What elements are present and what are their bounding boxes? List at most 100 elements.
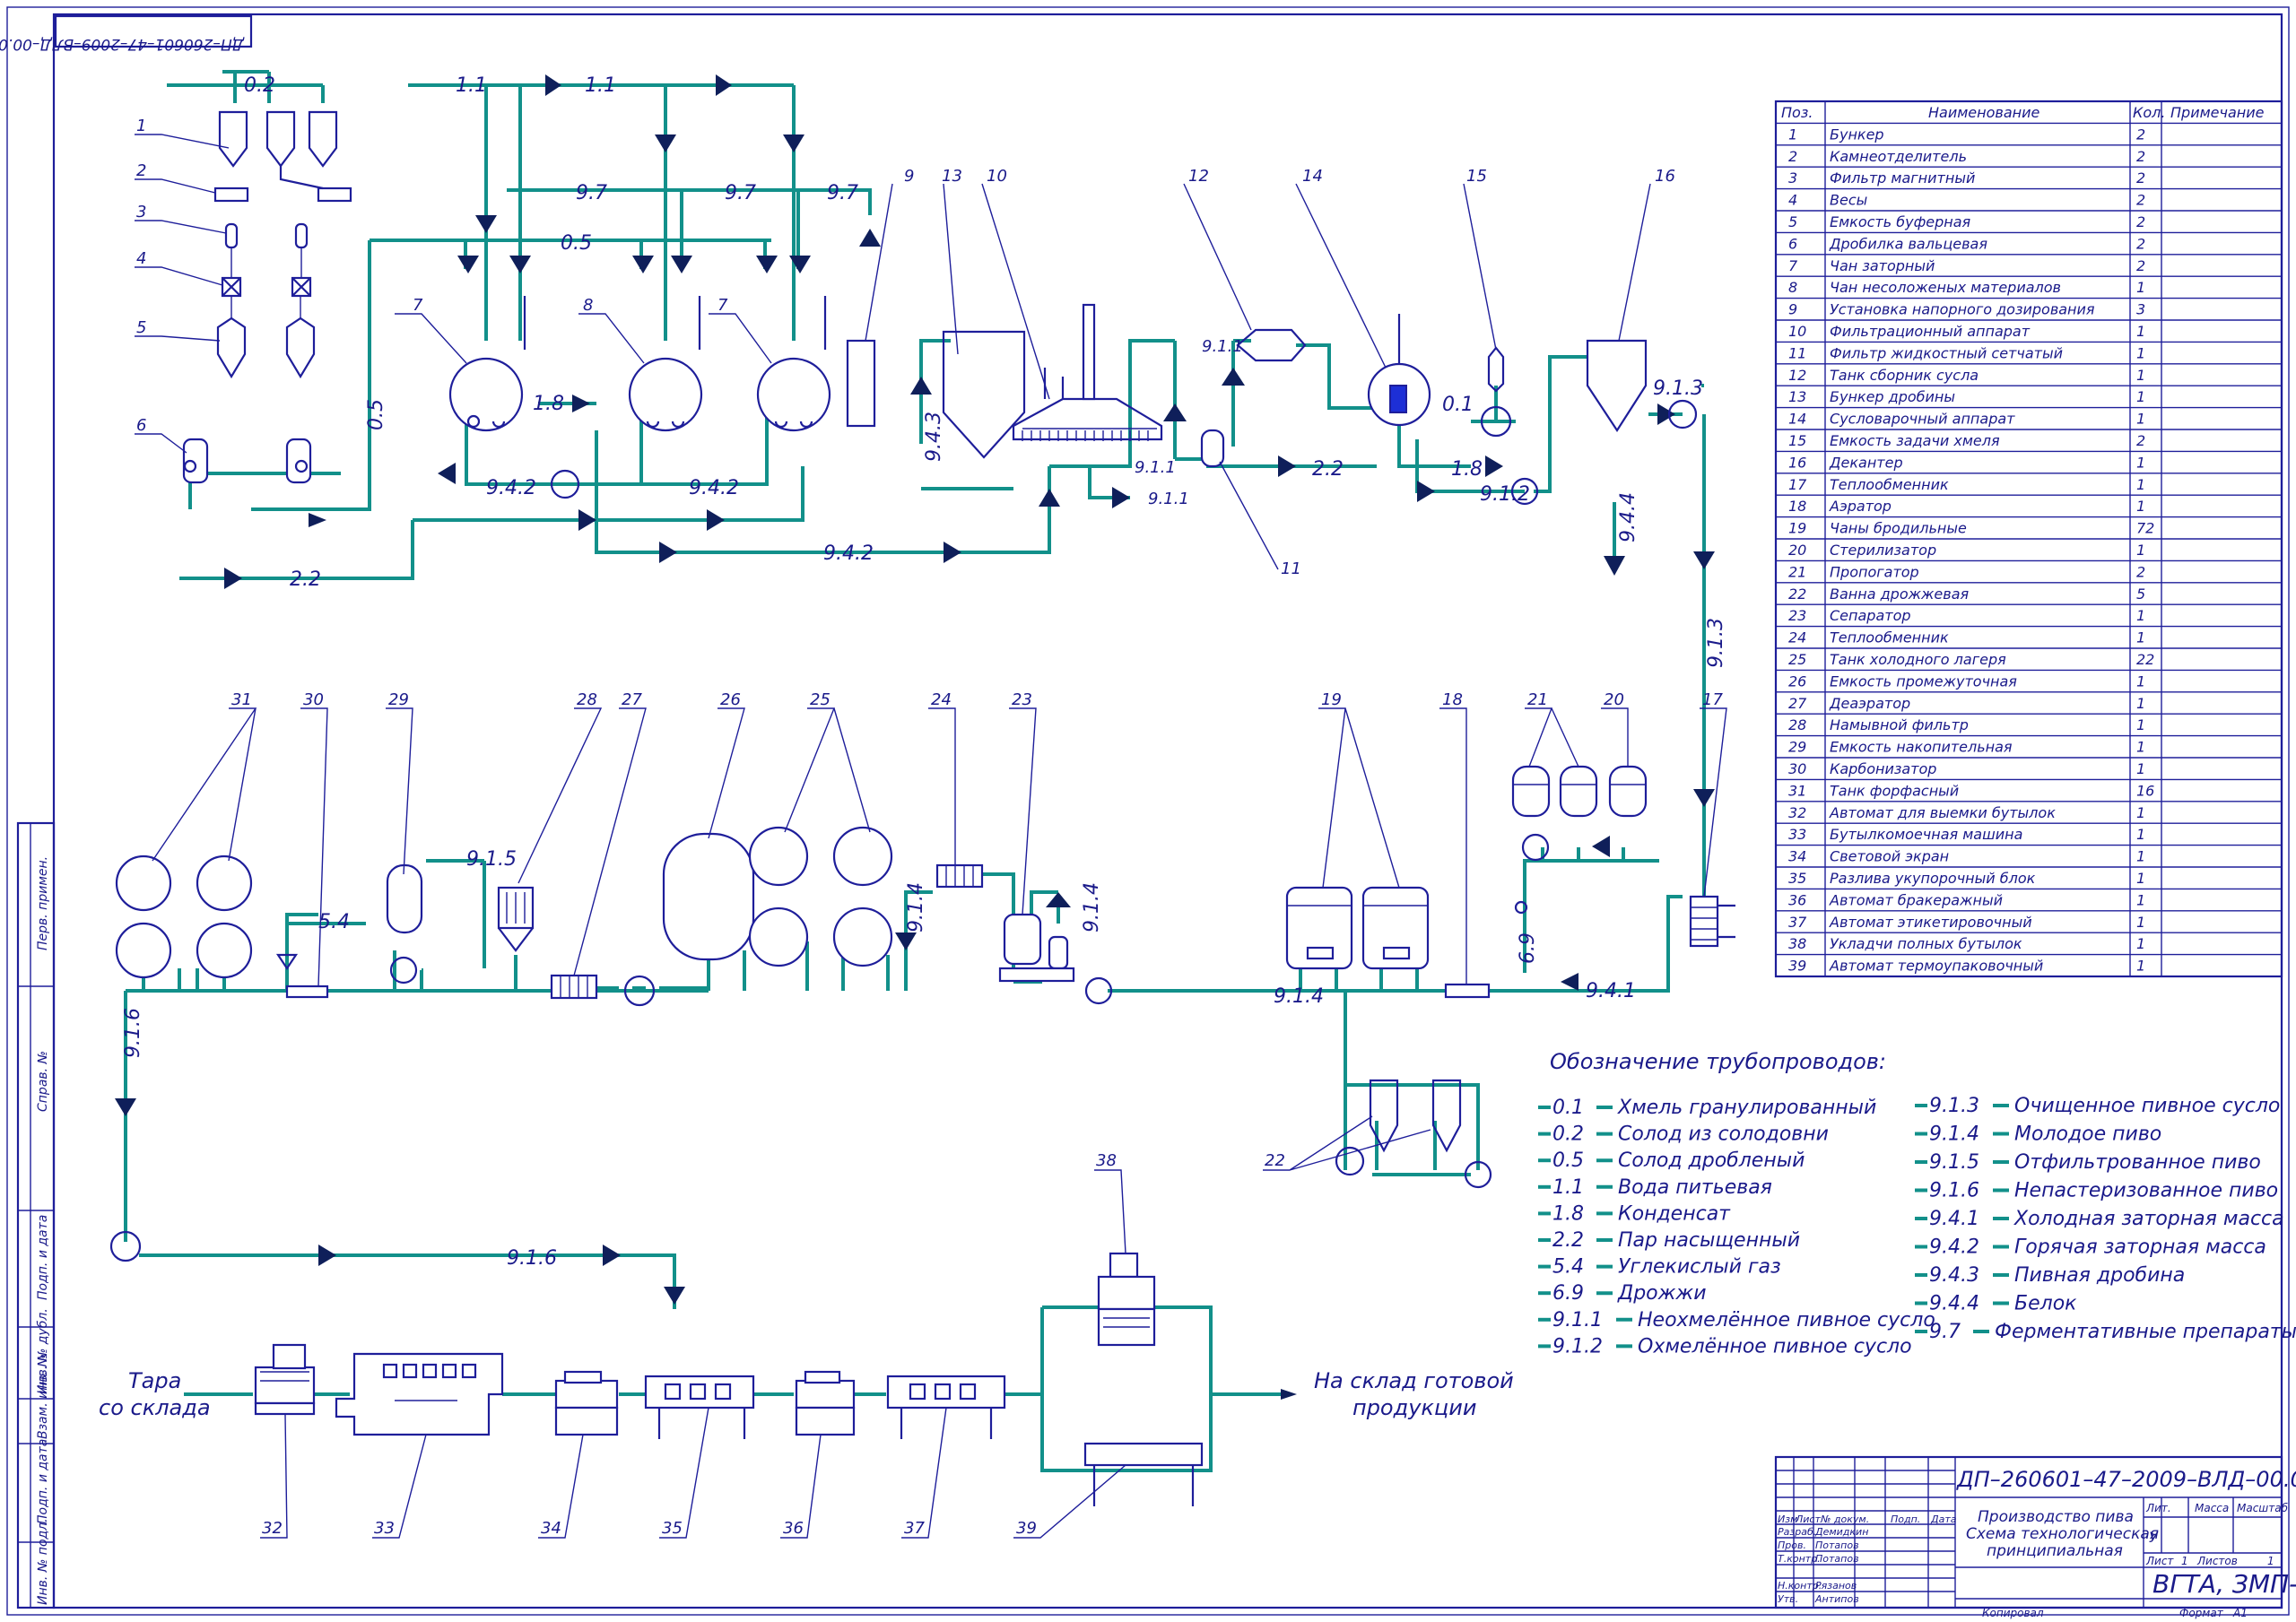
callout-26: 26 bbox=[720, 690, 741, 709]
callout-2: 2 bbox=[136, 161, 146, 180]
pipe-label: 1.8 bbox=[533, 393, 564, 415]
callout-3: 3 bbox=[136, 203, 146, 221]
spec-pos: 27 bbox=[1788, 695, 1807, 712]
callout-17: 17 bbox=[1702, 690, 1723, 709]
legend-name: Солод дробленый bbox=[1618, 1149, 1805, 1172]
callout-13: 13 bbox=[942, 167, 962, 186]
spec-pos: 31 bbox=[1788, 782, 1806, 799]
spec-pos: 17 bbox=[1788, 476, 1807, 493]
tb-scale-h: Масштаб bbox=[2237, 1502, 2289, 1514]
callout-7: 7 bbox=[718, 296, 728, 315]
legend-item: 9.1.1 Неохмелённое пивное сусло bbox=[1538, 1309, 1935, 1331]
legend-code: 9.4.4 bbox=[1929, 1293, 1979, 1315]
legend-code: 5.4 bbox=[1552, 1256, 1584, 1279]
tb-col: Подп. bbox=[1891, 1514, 1920, 1525]
spec-name: Сепаратор bbox=[1830, 607, 1911, 624]
spec-name: Автомат термоупаковочный bbox=[1829, 958, 2043, 975]
pipe-label: 1.8 bbox=[1451, 458, 1483, 481]
tb-format-h: Формат bbox=[2179, 1607, 2224, 1619]
spec-pos: 26 bbox=[1788, 672, 1806, 690]
tb-person: Антипов bbox=[1814, 1593, 1859, 1605]
legend-code: 2.2 bbox=[1552, 1229, 1584, 1252]
legend-code: 1.8 bbox=[1552, 1202, 1584, 1225]
spec-name: Емкость накопительная bbox=[1830, 739, 2013, 756]
legend-name: Молодое пиво bbox=[2014, 1123, 2161, 1146]
spec-qty: 1 bbox=[2136, 870, 2145, 887]
spec-pos: 22 bbox=[1788, 585, 1806, 603]
tb-sheets-val: 1 bbox=[2267, 1555, 2274, 1567]
pipe-label: 5.4 bbox=[318, 911, 350, 933]
spec-qty: 1 bbox=[2136, 498, 2145, 515]
spec-pos: 19 bbox=[1788, 520, 1806, 537]
legend-item: 5.4 Углекислый газ bbox=[1538, 1256, 1781, 1279]
spec-name: Фильтр магнитный bbox=[1830, 169, 1975, 186]
legend-name: Углекислый газ bbox=[1618, 1256, 1781, 1279]
spec-name: Стерилизатор bbox=[1830, 542, 1936, 559]
legend-name: Холодная заторная масса bbox=[2013, 1208, 2284, 1230]
tb-format-val: А1 bbox=[2232, 1607, 2248, 1619]
spec-pos: 20 bbox=[1788, 542, 1806, 559]
callouts: 1 2 3 4 5 6 7 8 7 9 13 10 12 14 15 16 11… bbox=[136, 117, 1723, 1538]
spec-qty: 1 bbox=[2136, 695, 2145, 712]
spec-name: Декантер bbox=[1829, 454, 1903, 471]
spec-header: Кол. bbox=[2133, 104, 2165, 121]
spec-pos: 12 bbox=[1788, 367, 1806, 384]
spec-pos: 39 bbox=[1788, 958, 1806, 975]
callout-39: 39 bbox=[1016, 1519, 1037, 1538]
spec-qty: 1 bbox=[2136, 454, 2145, 471]
pipe-label: 9.4.1 bbox=[1586, 980, 1636, 1002]
callout-29: 29 bbox=[388, 690, 409, 709]
callout-7: 7 bbox=[413, 296, 423, 315]
spec-qty: 1 bbox=[2136, 739, 2145, 756]
spec-qty: 5 bbox=[2136, 585, 2145, 603]
spec-pos: 21 bbox=[1788, 563, 1806, 580]
legend-item: 1.8 Конденсат bbox=[1538, 1202, 1731, 1225]
pipe-label: 9.4.2 bbox=[823, 542, 874, 565]
spec-pos: 4 bbox=[1788, 192, 1797, 209]
legend-item: 1.1 Вода питьевая bbox=[1538, 1176, 1772, 1199]
spec-qty: 2 bbox=[2136, 257, 2145, 274]
tara-note: Тара bbox=[128, 1368, 181, 1393]
legend-code: 9.4.3 bbox=[1929, 1264, 1979, 1287]
spec-name: Карбонизатор bbox=[1830, 760, 1936, 777]
spec-header: Наименование bbox=[1928, 104, 2039, 121]
tb-role: Т.контр. bbox=[1778, 1553, 1821, 1565]
legend-item: 2.2 Пар насыщенный bbox=[1538, 1229, 1800, 1252]
tb-col: № докум. bbox=[1820, 1514, 1869, 1525]
spec-name: Установка напорного дозирования bbox=[1830, 301, 2095, 318]
spec-qty: 1 bbox=[2136, 279, 2145, 296]
legend-code: 1.1 bbox=[1552, 1176, 1584, 1199]
spec-pos: 8 bbox=[1788, 279, 1797, 296]
spec-pos: 38 bbox=[1788, 935, 1806, 952]
spec-qty: 1 bbox=[2136, 367, 2145, 384]
spec-qty: 1 bbox=[2136, 804, 2145, 821]
legend-code: 9.4.1 bbox=[1929, 1208, 1979, 1230]
spec-pos: 13 bbox=[1788, 388, 1806, 405]
legend-name: Вода питьевая bbox=[1618, 1176, 1772, 1199]
tb-sheets-h: Листов bbox=[2196, 1555, 2238, 1567]
pipe-label: 0.5 bbox=[365, 399, 387, 430]
legend-name: Горячая заторная масса bbox=[2014, 1236, 2266, 1259]
tb-sheet-h: Лист bbox=[2145, 1555, 2174, 1567]
equipment-middle bbox=[109, 765, 1735, 1262]
spec-qty: 2 bbox=[2136, 235, 2145, 252]
pipe-label: 9.7 bbox=[725, 182, 756, 204]
callout-38: 38 bbox=[1096, 1151, 1117, 1170]
legend-name: Дрожжи bbox=[1617, 1282, 1707, 1305]
tb-org: ВГТА, ЗМП-4 bbox=[2152, 1569, 2296, 1599]
pipe-label: 9.1.6 bbox=[122, 1008, 144, 1058]
spec-qty: 2 bbox=[2136, 126, 2145, 143]
callout-14: 14 bbox=[1302, 167, 1323, 186]
pipe-label: 0.2 bbox=[244, 74, 275, 97]
spec-name: Аэратор bbox=[1829, 498, 1892, 515]
spec-name: Теплообменник bbox=[1830, 629, 1949, 646]
spec-name: Намывной фильтр bbox=[1830, 716, 1969, 733]
spec-name: Танк форфасный bbox=[1830, 782, 1959, 799]
pipelines-middle bbox=[124, 847, 1683, 1309]
spec-name: Сусловарочный аппарат bbox=[1830, 411, 2015, 428]
spec-name: Дробилка вальцевая bbox=[1829, 235, 1987, 252]
tb-title: принципиальная bbox=[1987, 1542, 2123, 1560]
spec-pos: 37 bbox=[1788, 914, 1807, 931]
spec-name: Теплообменник bbox=[1830, 476, 1949, 493]
callout-9: 9 bbox=[904, 167, 914, 186]
